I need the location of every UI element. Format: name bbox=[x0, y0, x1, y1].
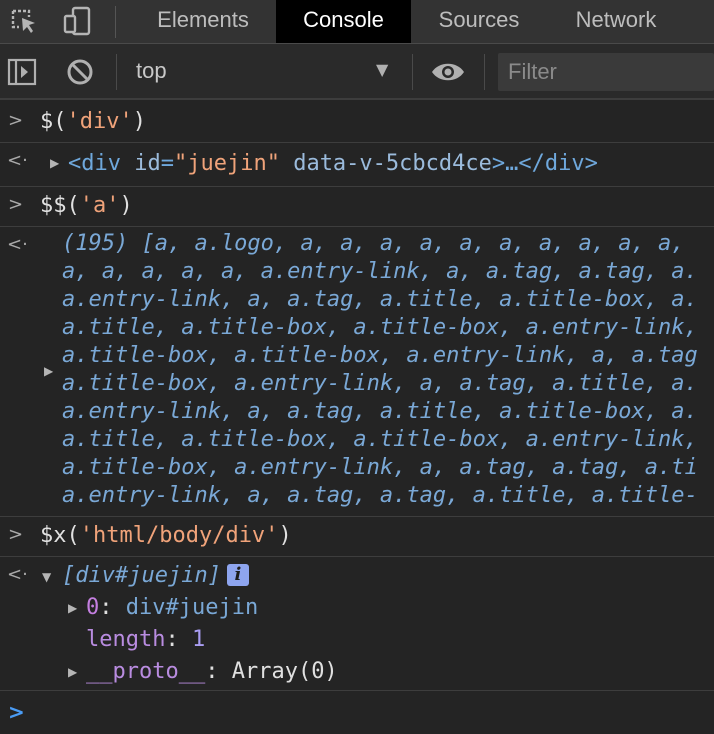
filter-input[interactable] bbox=[498, 53, 698, 91]
result-arrow-icon: <· bbox=[7, 234, 28, 255]
result-arrow-icon: <· bbox=[7, 150, 28, 171]
expand-triangle-icon[interactable]: ▶ bbox=[50, 156, 59, 170]
result-array-line: a, a, a, a, a, a.entry-link, a, a.tag, a… bbox=[62, 259, 698, 284]
toolbar-separator bbox=[484, 54, 485, 90]
console-command: $('div') bbox=[40, 109, 146, 134]
context-dropdown-icon[interactable]: ▼ bbox=[376, 60, 388, 79]
array-proto[interactable]: __proto__: Array(0) bbox=[86, 658, 338, 686]
tab-network[interactable]: Network bbox=[560, 0, 672, 43]
result-array-line: (195) [a, a.logo, a, a, a, a, a, a, a, a… bbox=[62, 231, 685, 256]
tab-elements[interactable]: Elements bbox=[140, 0, 266, 43]
result-arrow-icon: <· bbox=[7, 564, 28, 585]
row-divider bbox=[0, 226, 714, 227]
result-array-line: a.title, a.title-box, a.title-box, a.ent… bbox=[62, 315, 698, 340]
filter-box bbox=[498, 53, 714, 91]
row-divider bbox=[0, 690, 714, 691]
info-icon[interactable]: i bbox=[226, 564, 249, 586]
console-command: $$('a') bbox=[40, 193, 133, 218]
row-divider bbox=[0, 516, 714, 517]
result-array-line: a.entry-link, a, a.tag, a.title, a.title… bbox=[62, 399, 698, 424]
tab-console[interactable]: Console bbox=[276, 0, 411, 43]
array-item[interactable]: 0: div#juejin bbox=[86, 594, 258, 622]
sidebar-toggle-icon[interactable] bbox=[6, 57, 38, 87]
collapse-triangle-icon[interactable]: ▼ bbox=[42, 570, 51, 584]
result-array-summary[interactable]: [div#juejin] i bbox=[62, 562, 249, 590]
devtools-tabbar: Elements Console Sources Network bbox=[0, 0, 714, 44]
device-toolbar-icon[interactable] bbox=[62, 6, 94, 36]
console-command: $x('html/body/div') bbox=[40, 523, 292, 548]
expand-triangle-icon[interactable]: ▶ bbox=[68, 601, 77, 615]
tab-separator bbox=[115, 6, 116, 38]
row-divider bbox=[0, 186, 714, 187]
result-array-line: a.entry-link, a, a.tag, a.title, a.title… bbox=[62, 287, 698, 312]
row-divider bbox=[0, 556, 714, 557]
result-array-line: a.title-box, a.entry-link, a, a.tag, a.t… bbox=[62, 371, 698, 396]
live-expression-eye-icon[interactable] bbox=[430, 58, 466, 86]
row-divider bbox=[0, 142, 714, 143]
clear-console-icon[interactable] bbox=[64, 57, 96, 87]
result-array-line: a.entry-link, a, a.tag, a.tag, a.title, … bbox=[62, 483, 698, 508]
input-prompt-icon: > bbox=[8, 524, 24, 545]
console-input-prompt-icon[interactable]: > bbox=[8, 700, 25, 724]
result-array-line: a.title-box, a.title-box, a.entry-link, … bbox=[62, 343, 698, 368]
expand-triangle-icon[interactable]: ▶ bbox=[68, 665, 77, 679]
expand-triangle-icon[interactable]: ▶ bbox=[44, 364, 53, 378]
tab-sources[interactable]: Sources bbox=[420, 0, 538, 43]
context-selector[interactable]: top bbox=[136, 56, 167, 86]
input-prompt-icon: > bbox=[8, 194, 24, 215]
inspect-element-icon[interactable] bbox=[8, 6, 40, 36]
console-toolbar: top ▼ bbox=[0, 44, 714, 100]
input-prompt-icon: > bbox=[8, 110, 24, 131]
console-result-element[interactable]: <div id="juejin" data-v-5cbcd4ce>…</div> bbox=[68, 150, 598, 178]
result-array-line: a.title-box, a.entry-link, a, a.tag, a.t… bbox=[62, 455, 698, 480]
array-length: length: 1 bbox=[86, 627, 206, 652]
toolbar-separator bbox=[116, 54, 117, 90]
result-array-line: a.title, a.title-box, a.title-box, a.ent… bbox=[62, 427, 698, 452]
toolbar-separator bbox=[412, 54, 413, 90]
